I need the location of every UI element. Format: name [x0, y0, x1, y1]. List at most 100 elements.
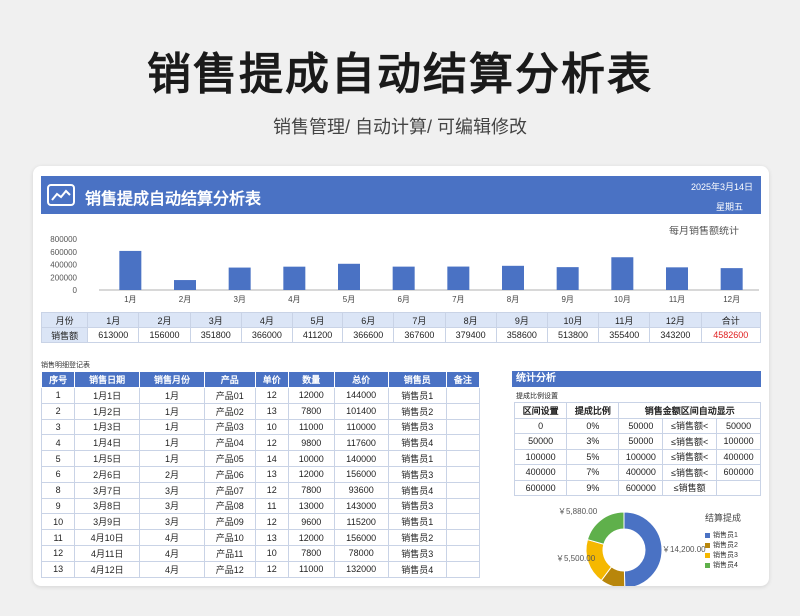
commission-cell[interactable]: 50000	[618, 417, 664, 434]
table-cell[interactable]: 1月	[139, 387, 205, 404]
table-cell[interactable]: 13	[40, 560, 76, 578]
table-cell[interactable]: 11	[40, 529, 76, 546]
table-cell[interactable]: 11000	[287, 418, 335, 436]
commission-cell[interactable]	[716, 479, 761, 496]
table-cell[interactable]: 10	[40, 513, 76, 531]
commission-cell[interactable]: ≤销售额<	[662, 433, 718, 450]
table-cell[interactable]: 14	[254, 450, 289, 467]
commission-cell[interactable]: 0	[513, 417, 568, 434]
table-cell[interactable]: 110000	[333, 418, 389, 436]
table-cell[interactable]: 4月12日	[74, 560, 141, 578]
table-cell[interactable]: 6	[40, 465, 76, 483]
commission-cell[interactable]: 400000	[513, 464, 568, 481]
table-cell[interactable]: 2月	[139, 465, 205, 483]
table-cell[interactable]: 140000	[333, 450, 389, 467]
table-cell[interactable]: 3月9日	[74, 513, 141, 531]
table-cell[interactable]: 9	[40, 497, 76, 515]
table-cell[interactable]: 产品03	[203, 418, 256, 436]
table-cell[interactable]: 3	[40, 418, 76, 436]
table-cell[interactable]: 3月	[139, 481, 205, 499]
table-cell[interactable]	[445, 513, 481, 531]
table-cell[interactable]: 156000	[333, 529, 389, 546]
table-cell[interactable]: 12	[254, 387, 289, 404]
commission-cell[interactable]: 600000	[716, 464, 761, 481]
table-cell[interactable]: 4月	[139, 544, 205, 562]
table-cell[interactable]: 销售员3	[387, 418, 447, 436]
table-cell[interactable]: 4月11日	[74, 544, 141, 562]
table-cell[interactable]	[445, 497, 481, 515]
table-cell[interactable]	[445, 402, 481, 420]
table-cell[interactable]: 12	[254, 560, 289, 578]
table-cell[interactable]	[445, 450, 481, 467]
table-cell[interactable]: 3月7日	[74, 481, 141, 499]
commission-cell[interactable]: 50000	[513, 433, 568, 450]
table-cell[interactable]: 4	[40, 434, 76, 452]
table-cell[interactable]: 132000	[333, 560, 389, 578]
table-cell[interactable]: 2月6日	[74, 465, 141, 483]
table-cell[interactable]: 产品07	[203, 481, 256, 499]
commission-cell[interactable]: 9%	[566, 479, 620, 496]
table-cell[interactable]: 11000	[287, 560, 335, 578]
commission-cell[interactable]: ≤销售额<	[662, 417, 718, 434]
commission-cell[interactable]: 50000	[716, 417, 761, 434]
table-cell[interactable]: 1月4日	[74, 434, 141, 452]
table-cell[interactable]: 产品08	[203, 497, 256, 515]
table-cell[interactable]: 销售员1	[387, 450, 447, 467]
table-cell[interactable]: 产品10	[203, 529, 256, 546]
table-cell[interactable]: 10000	[287, 450, 335, 467]
table-cell[interactable]	[445, 418, 481, 436]
table-cell[interactable]: 1月	[139, 434, 205, 452]
table-cell[interactable]: 1月	[139, 402, 205, 420]
table-cell[interactable]: 12	[254, 434, 289, 452]
table-cell[interactable]	[445, 529, 481, 546]
table-cell[interactable]: 产品12	[203, 560, 256, 578]
commission-cell[interactable]: 100000	[513, 448, 568, 465]
table-cell[interactable]: 销售员3	[387, 497, 447, 515]
commission-cell[interactable]: 100000	[716, 433, 761, 450]
table-cell[interactable]: 4月10日	[74, 529, 141, 546]
table-cell[interactable]: 9600	[287, 513, 335, 531]
table-cell[interactable]	[445, 387, 481, 404]
table-cell[interactable]: 2	[40, 402, 76, 420]
table-cell[interactable]: 产品05	[203, 450, 256, 467]
table-cell[interactable]: 13	[254, 529, 289, 546]
table-cell[interactable]: 产品06	[203, 465, 256, 483]
commission-cell[interactable]: 600000	[618, 479, 664, 496]
table-cell[interactable]: 7800	[287, 481, 335, 499]
table-cell[interactable]: 销售员1	[387, 387, 447, 404]
table-cell[interactable]: 10	[254, 418, 289, 436]
table-cell[interactable]: 1月1日	[74, 387, 141, 404]
table-cell[interactable]: 1月2日	[74, 402, 141, 420]
table-cell[interactable]: 1月3日	[74, 418, 141, 436]
table-cell[interactable]: 7800	[287, 544, 335, 562]
table-cell[interactable]: 销售员1	[387, 513, 447, 531]
table-cell[interactable]: 13000	[287, 497, 335, 515]
table-cell[interactable]: 9800	[287, 434, 335, 452]
table-cell[interactable]: 11	[254, 497, 289, 515]
table-cell[interactable]: 7800	[287, 402, 335, 420]
table-cell[interactable]: 115200	[333, 513, 389, 531]
table-cell[interactable]: 销售员3	[387, 544, 447, 562]
table-cell[interactable]: 1月	[139, 450, 205, 467]
commission-cell[interactable]: ≤销售额<	[662, 464, 718, 481]
commission-cell[interactable]: 600000	[513, 479, 568, 496]
commission-cell[interactable]: 3%	[566, 433, 620, 450]
table-cell[interactable]: 12	[254, 481, 289, 499]
commission-cell[interactable]: 400000	[618, 464, 664, 481]
table-cell[interactable]: 销售员2	[387, 402, 447, 420]
table-cell[interactable]: 3月8日	[74, 497, 141, 515]
table-cell[interactable]	[445, 544, 481, 562]
table-cell[interactable]: 101400	[333, 402, 389, 420]
table-cell[interactable]: 117600	[333, 434, 389, 452]
table-cell[interactable]: 93600	[333, 481, 389, 499]
table-cell[interactable]: 12000	[287, 529, 335, 546]
table-cell[interactable]	[445, 560, 481, 578]
table-cell[interactable]: 产品02	[203, 402, 256, 420]
table-cell[interactable]	[445, 434, 481, 452]
commission-cell[interactable]: ≤销售额	[662, 479, 718, 496]
table-cell[interactable]: 产品11	[203, 544, 256, 562]
table-cell[interactable]: 产品09	[203, 513, 256, 531]
table-cell[interactable]: 12000	[287, 465, 335, 483]
table-cell[interactable]: 4月	[139, 560, 205, 578]
table-cell[interactable]: 1月	[139, 418, 205, 436]
